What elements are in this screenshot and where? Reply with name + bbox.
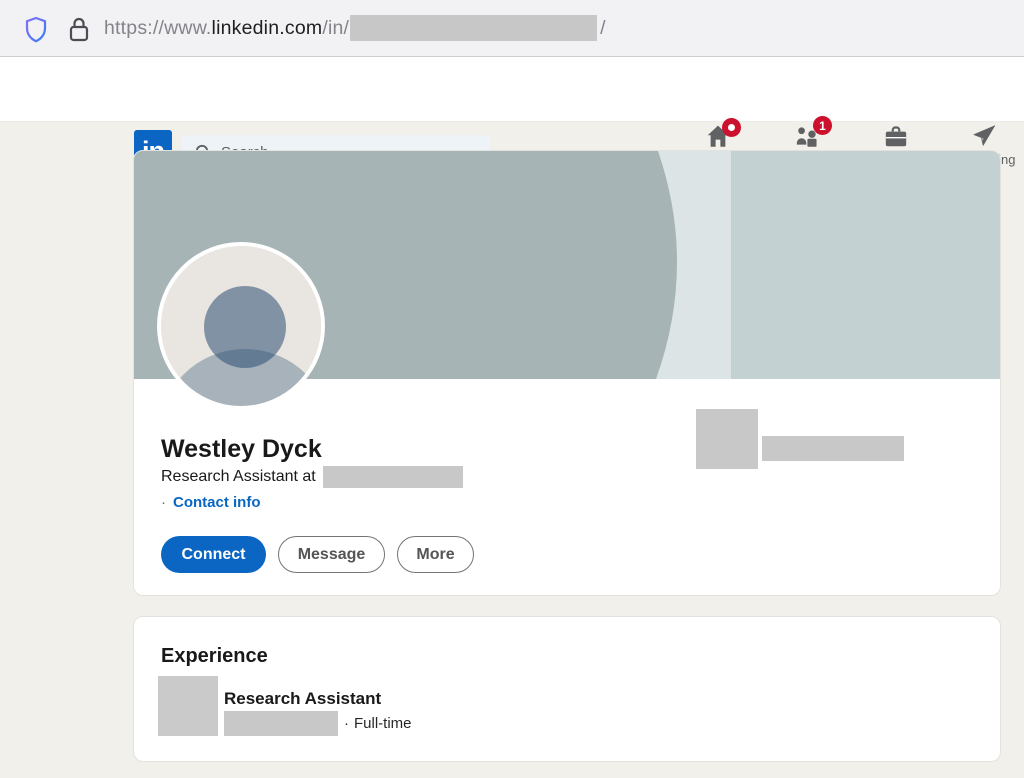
profile-actions: Connect Message More xyxy=(161,536,474,573)
url-domain: linkedin.com xyxy=(212,17,323,40)
screen: https://www.linkedin.com/in/ / in Home xyxy=(0,0,1024,778)
profile-headline: Research Assistant at xyxy=(161,466,463,488)
headline-text: Research Assistant at xyxy=(161,468,316,486)
contact-info-row: · Contact info xyxy=(161,491,261,513)
url-path: /in/ xyxy=(322,17,349,40)
lock-icon[interactable] xyxy=(66,15,92,43)
connect-button[interactable]: Connect xyxy=(161,536,266,573)
experience-separator: · xyxy=(344,715,349,732)
jobs-icon xyxy=(883,124,909,149)
experience-section-title: Experience xyxy=(161,645,268,668)
experience-role: Research Assistant xyxy=(224,689,381,709)
messaging-icon xyxy=(971,124,997,149)
profile-name: Westley Dyck xyxy=(161,435,322,464)
current-company-logo-redacted[interactable] xyxy=(696,409,758,469)
contact-separator: · xyxy=(161,494,166,511)
experience-meta-row: · Full-time xyxy=(224,711,412,736)
experience-company-name-redacted xyxy=(224,711,338,736)
home-notification-badge xyxy=(722,118,741,137)
my-network-badge: 1 xyxy=(813,116,832,135)
current-company-name-redacted[interactable] xyxy=(762,436,904,461)
headline-company-redacted xyxy=(323,466,463,488)
profile-avatar[interactable] xyxy=(157,242,325,410)
tracking-protection-shield-icon[interactable] xyxy=(24,16,48,43)
url-text[interactable]: https://www.linkedin.com/in/ / xyxy=(104,0,606,56)
experience-card: Experience Research Assistant · Full-tim… xyxy=(133,616,1001,762)
browser-address-bar[interactable]: https://www.linkedin.com/in/ / xyxy=(0,0,1024,57)
url-redacted-segment xyxy=(350,15,597,41)
profile-card: Westley Dyck Research Assistant at · Con… xyxy=(133,150,1001,596)
linkedin-navbar: in Home xyxy=(0,57,1024,122)
more-button[interactable]: More xyxy=(397,536,474,573)
contact-info-link[interactable]: Contact info xyxy=(173,494,261,511)
message-button[interactable]: Message xyxy=(278,536,385,573)
experience-employment-type: Full-time xyxy=(354,715,412,732)
default-avatar-ghost-icon xyxy=(161,246,325,410)
url-suffix: / xyxy=(600,17,606,40)
experience-company-logo-redacted[interactable] xyxy=(158,676,218,736)
url-scheme: https://www. xyxy=(104,17,212,40)
